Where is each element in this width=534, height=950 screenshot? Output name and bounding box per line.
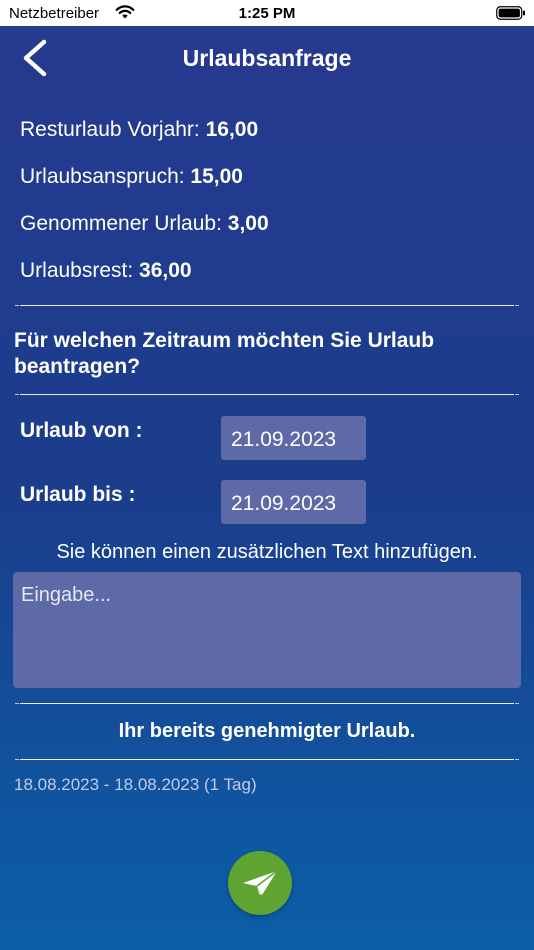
stat-value: 36,00 — [139, 259, 192, 282]
stat-label: Urlaubsrest: — [20, 259, 140, 282]
approved-vacation-item: 18.08.2023 - 18.08.2023 (1 Tag) — [14, 775, 257, 794]
divider — [15, 305, 519, 306]
to-date-field[interactable]: 21.09.2023 — [221, 480, 366, 524]
from-label: Urlaub von : — [20, 419, 143, 442]
stat-previous-year: Resturlaub Vorjahr: 16,00 — [20, 118, 258, 142]
send-request-button[interactable] — [228, 851, 292, 915]
vacation-request-screen: Urlaubsanfrage Resturlaub Vorjahr: 16,00… — [0, 26, 534, 950]
battery-icon — [496, 6, 526, 20]
stat-label: Urlaubsanspruch: — [20, 165, 191, 188]
approved-vacation-title: Ihr bereits genehmigter Urlaub. — [118, 720, 416, 742]
stat-value: 3,00 — [227, 212, 269, 235]
navigation-bar: Urlaubsanfrage — [0, 26, 534, 90]
stat-value: 15,00 — [190, 165, 243, 188]
period-question: Für welchen Zeitraum möchten Sie Urlaub … — [14, 329, 435, 378]
from-date-field[interactable]: 21.09.2023 — [221, 416, 366, 460]
paper-plane-icon — [243, 870, 278, 895]
stat-remaining: Urlaubsrest: 36,00 — [20, 259, 192, 283]
stat-taken: Genommener Urlaub: 3,00 — [20, 212, 269, 236]
additional-text-input[interactable]: Eingabe... — [13, 572, 521, 688]
stat-label: Resturlaub Vorjahr: — [20, 118, 206, 141]
divider — [15, 703, 519, 704]
stat-label: Genommener Urlaub: — [20, 212, 228, 235]
to-label: Urlaub bis : — [20, 483, 136, 506]
status-time: 1:25 PM — [238, 5, 296, 22]
status-bar: Netzbetreiber 1:25 PM — [0, 0, 534, 26]
stat-value: 16,00 — [205, 118, 259, 141]
additional-text-hint: Sie können einen zusätzlichen Text hinzu… — [56, 541, 478, 563]
divider — [15, 394, 519, 395]
divider — [15, 759, 519, 760]
stat-entitlement: Urlaubsanspruch: 15,00 — [20, 165, 243, 189]
page-title: Urlaubsanfrage — [182, 45, 352, 71]
